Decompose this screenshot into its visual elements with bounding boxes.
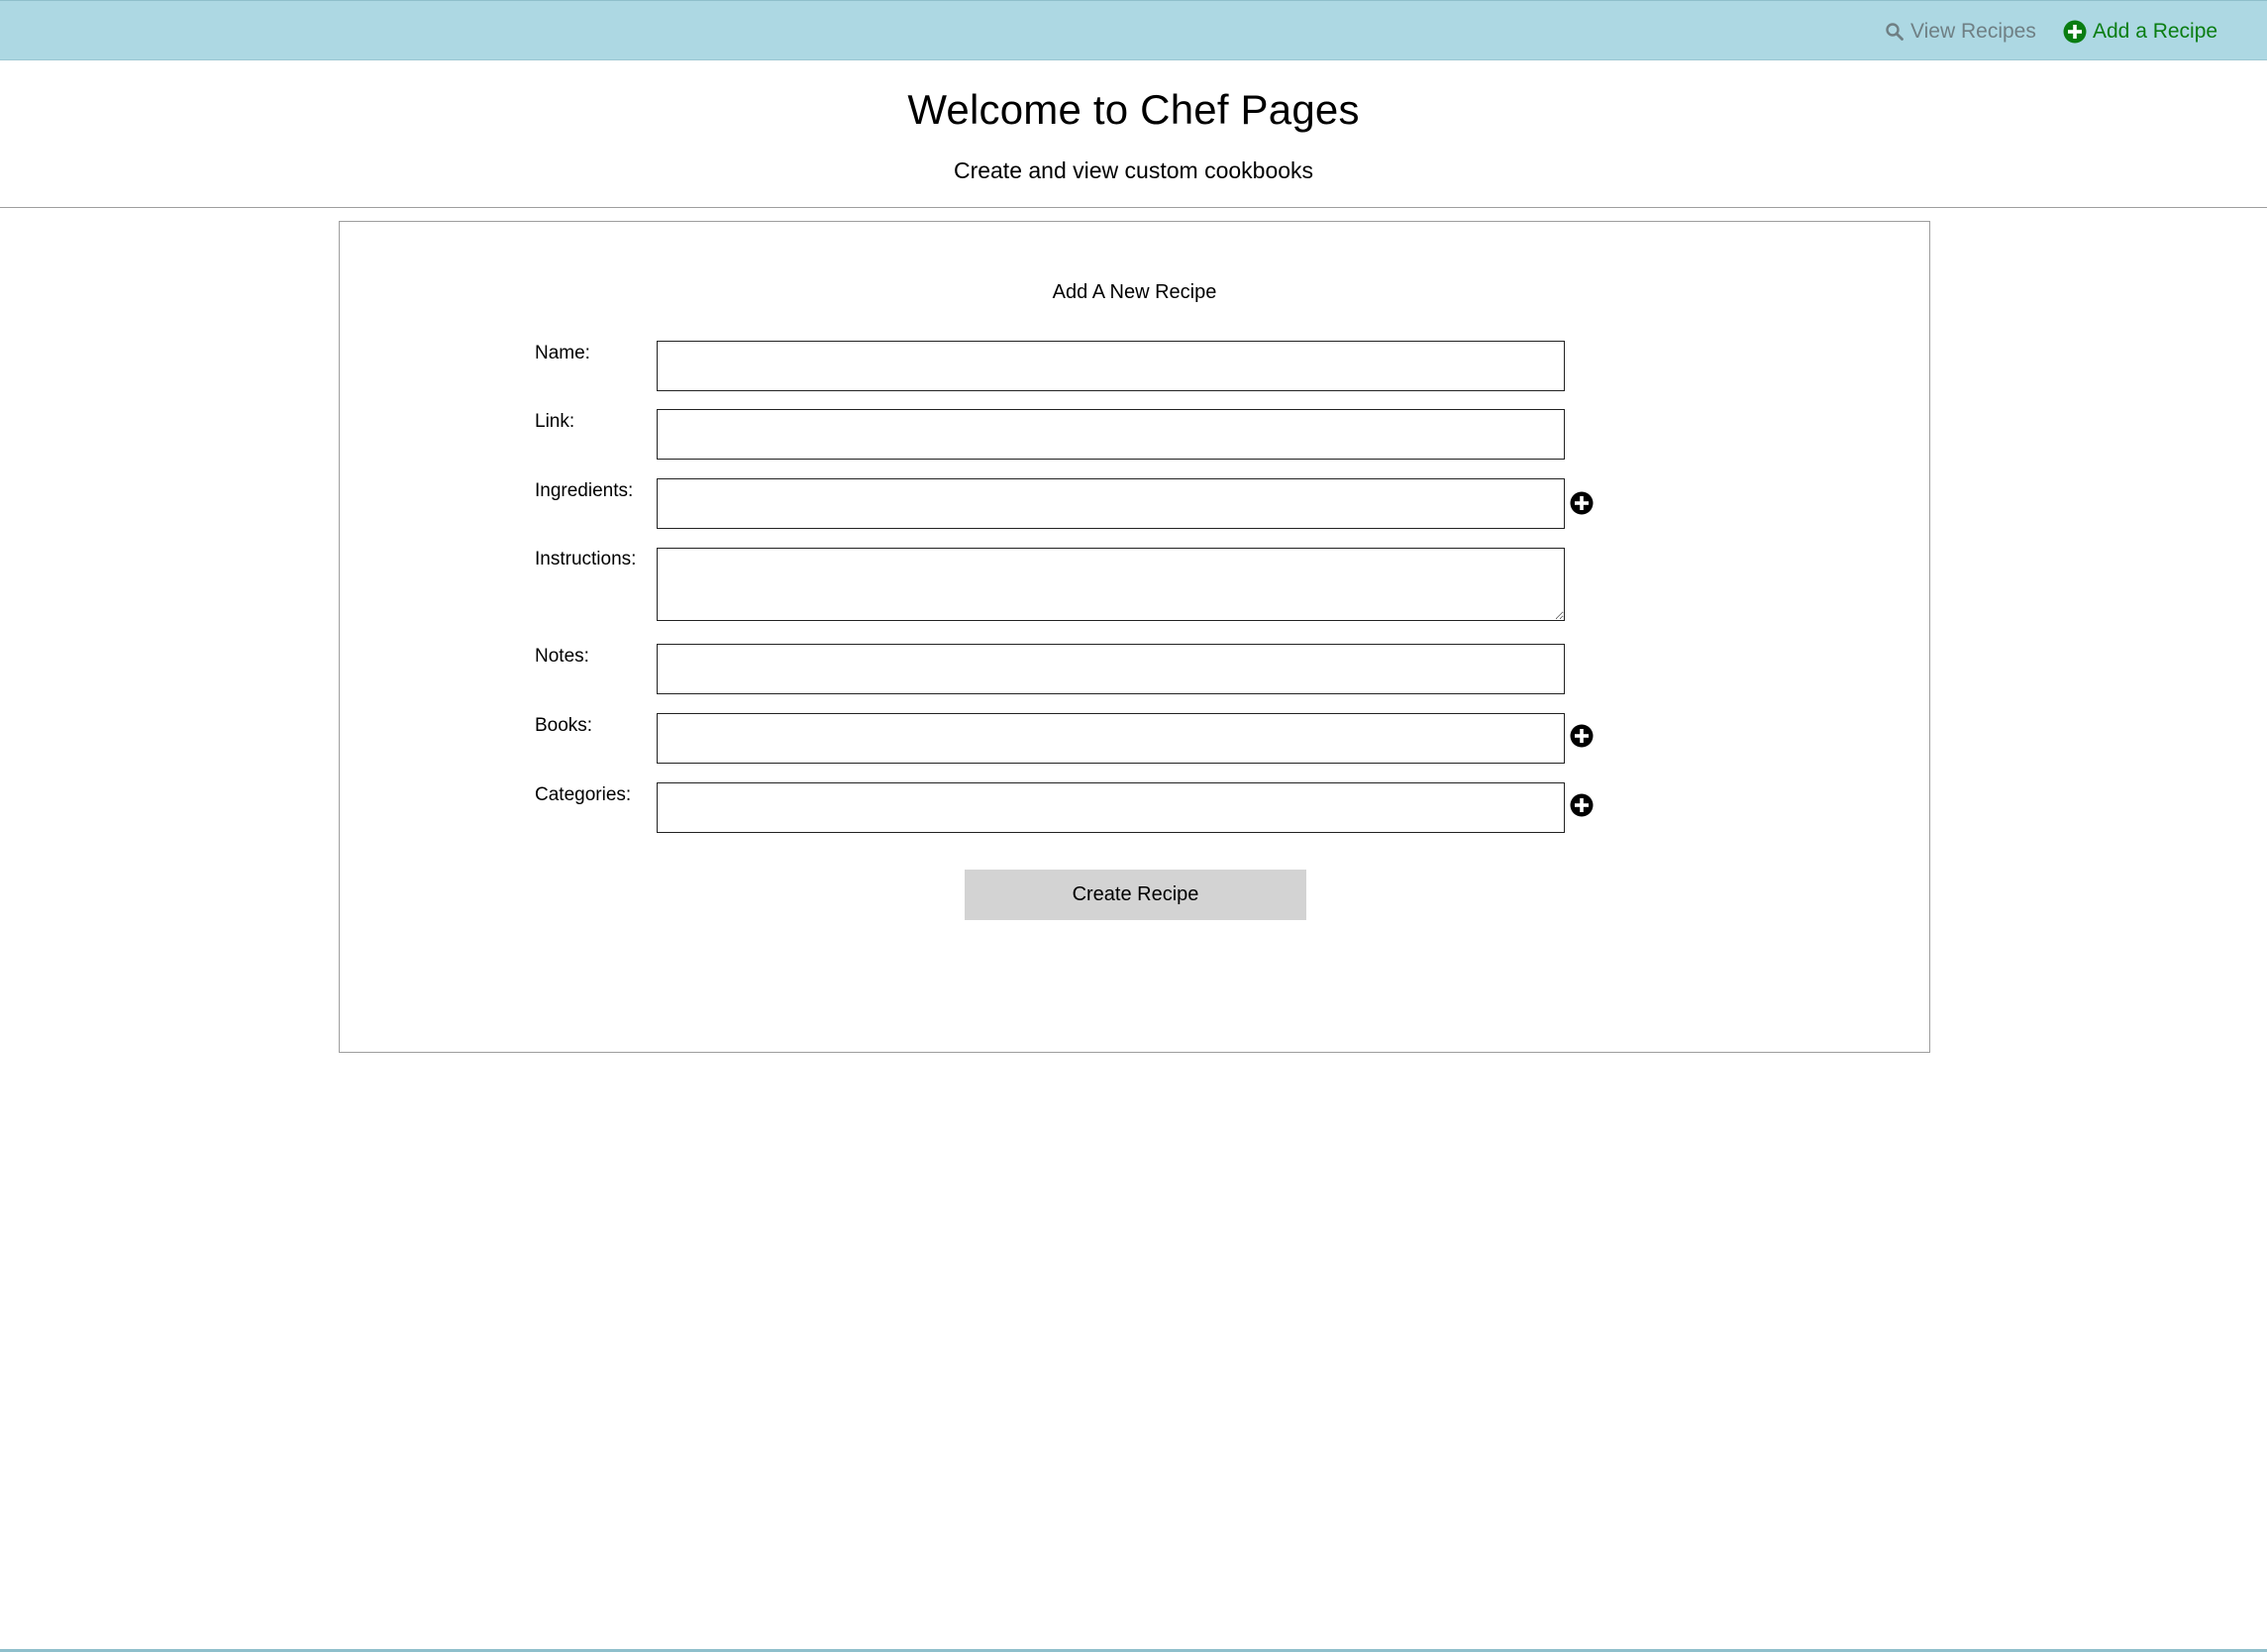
categories-input[interactable] xyxy=(657,782,1565,833)
view-recipes-label: View Recipes xyxy=(1910,20,2036,43)
add-ingredient-icon[interactable] xyxy=(1570,491,1594,515)
notes-label: Notes: xyxy=(535,646,589,667)
notes-input[interactable] xyxy=(657,644,1565,694)
view-recipes-link[interactable]: View Recipes xyxy=(1885,18,2036,46)
instructions-textarea[interactable] xyxy=(657,548,1565,621)
add-recipe-form-card: Add A New Recipe Name: Link: Ingredients… xyxy=(339,221,1930,1053)
page-subtitle: Create and view custom cookbooks xyxy=(953,157,1314,183)
categories-label: Categories: xyxy=(535,784,632,805)
add-category-icon[interactable] xyxy=(1570,793,1594,817)
name-label: Name: xyxy=(535,343,590,363)
ingredients-label: Ingredients: xyxy=(535,480,634,501)
create-recipe-button[interactable]: Create Recipe xyxy=(965,870,1306,920)
books-input[interactable] xyxy=(657,713,1565,764)
page-title: Welcome to Chef Pages xyxy=(907,86,1360,133)
plus-circle-icon xyxy=(2063,20,2087,44)
page-header: Welcome to Chef Pages Create and view cu… xyxy=(0,60,2267,208)
instructions-label: Instructions: xyxy=(535,549,637,569)
books-label: Books: xyxy=(535,715,593,736)
add-recipe-label: Add a Recipe xyxy=(2093,20,2218,43)
name-input[interactable] xyxy=(657,341,1565,391)
ingredients-input[interactable] xyxy=(657,478,1565,529)
add-recipe-link[interactable]: Add a Recipe xyxy=(2063,18,2217,46)
link-input[interactable] xyxy=(657,409,1565,460)
link-label: Link: xyxy=(535,411,575,432)
top-navbar: View Recipes Add a Recipe xyxy=(0,0,2267,60)
add-book-icon[interactable] xyxy=(1570,724,1594,748)
form-title: Add A New Recipe xyxy=(1052,281,1217,303)
search-icon xyxy=(1886,23,1904,41)
